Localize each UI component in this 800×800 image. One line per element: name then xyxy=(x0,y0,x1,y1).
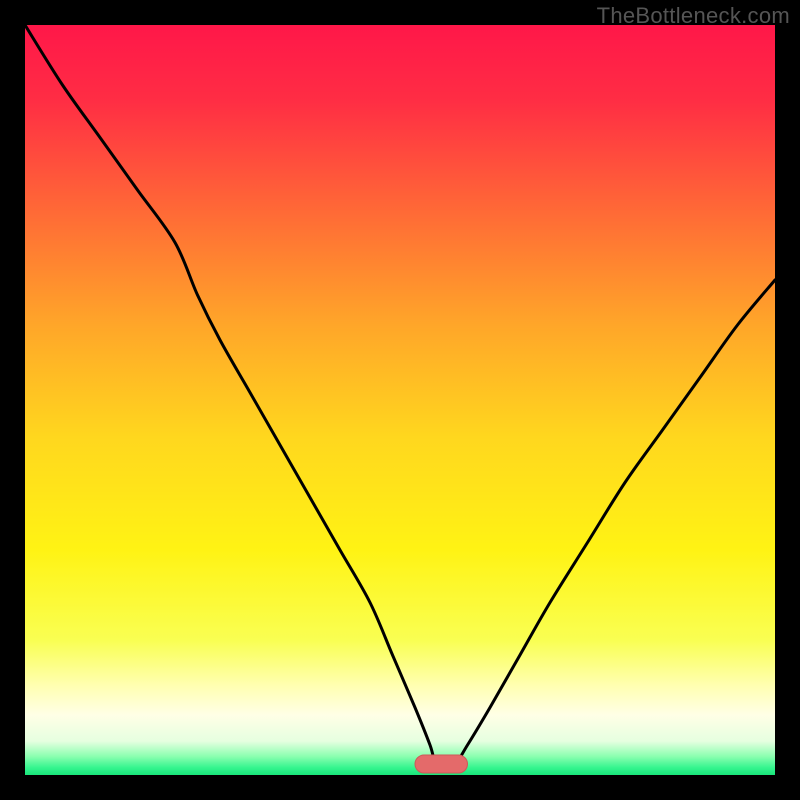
gradient-background xyxy=(25,25,775,775)
bottleneck-plot xyxy=(25,25,775,775)
plot-svg xyxy=(25,25,775,775)
chart-frame: TheBottleneck.com xyxy=(0,0,800,800)
optimal-marker xyxy=(415,755,468,773)
